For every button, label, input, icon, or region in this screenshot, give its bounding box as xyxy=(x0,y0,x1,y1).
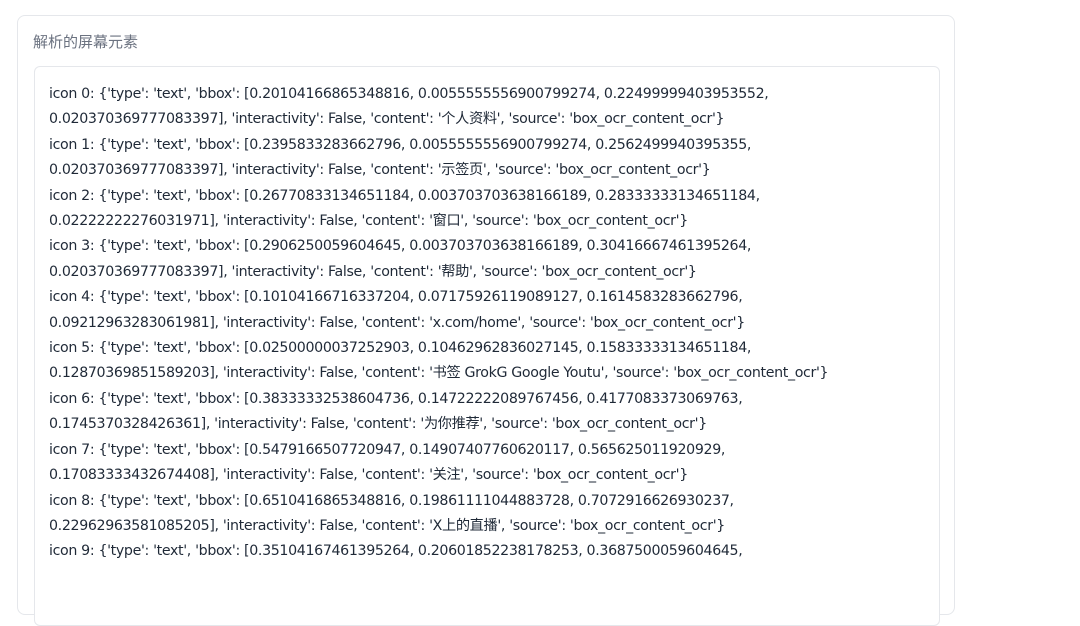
output-line: icon 7: {'type': 'text', 'bbox': [0.5479… xyxy=(49,441,726,458)
output-line: 0.020370369777083397], 'interactivity': … xyxy=(49,111,725,128)
output-line: 0.17083333432674408], 'interactivity': F… xyxy=(49,467,688,484)
panel-title: 解析的屏幕元素 xyxy=(33,33,139,51)
output-line: icon 0: {'type': 'text', 'bbox': [0.2010… xyxy=(49,86,769,102)
parsed-elements-output[interactable]: icon 0: {'type': 'text', 'bbox': [0.2010… xyxy=(34,66,940,626)
parsed-elements-panel: 解析的屏幕元素 icon 0: {'type': 'text', 'bbox':… xyxy=(17,15,955,626)
output-line: 0.09212963283061981], 'interactivity': F… xyxy=(49,314,745,331)
output-line: icon 2: {'type': 'text', 'bbox': [0.2677… xyxy=(49,187,760,204)
output-line: icon 8: {'type': 'text', 'bbox': [0.6510… xyxy=(49,492,734,509)
output-line: icon 9: {'type': 'text', 'bbox': [0.3510… xyxy=(49,543,743,560)
output-line: icon 3: {'type': 'text', 'bbox': [0.2906… xyxy=(49,238,752,255)
output-line: 0.22962963581085205], 'interactivity': F… xyxy=(49,517,725,534)
output-line: 0.1745370328426361], 'interactivity': Fa… xyxy=(49,416,707,433)
output-line: icon 4: {'type': 'text', 'bbox': [0.1010… xyxy=(49,289,743,306)
output-line: icon 1: {'type': 'text', 'bbox': [0.2395… xyxy=(49,136,752,153)
output-line: 0.020370369777083397], 'interactivity': … xyxy=(49,263,697,280)
output-line: icon 6: {'type': 'text', 'bbox': [0.3833… xyxy=(49,390,743,407)
output-line: 0.02222222276031971], 'interactivity': F… xyxy=(49,213,688,230)
output-line: 0.020370369777083397], 'interactivity': … xyxy=(49,162,711,179)
output-line: icon 5: {'type': 'text', 'bbox': [0.0250… xyxy=(49,340,752,357)
output-line: 0.12870369851589203], 'interactivity': F… xyxy=(49,365,829,382)
